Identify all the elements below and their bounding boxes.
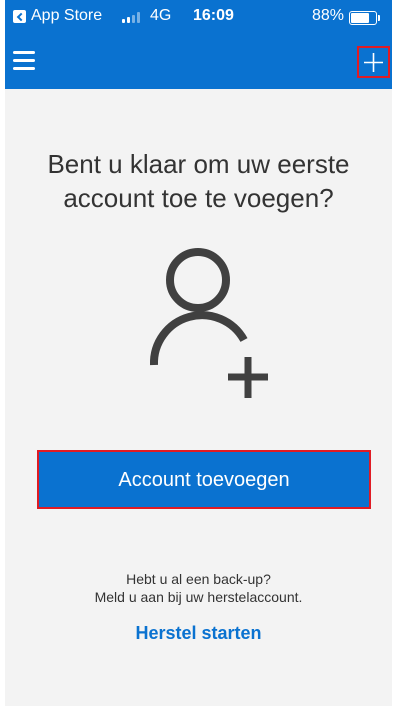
- headline-line-2: account toe te voegen?: [63, 183, 334, 213]
- network-type: 4G: [150, 7, 172, 24]
- battery-percent: 88%: [312, 7, 345, 24]
- signal-strength-icon: [122, 12, 144, 23]
- add-person-icon: [149, 248, 268, 398]
- status-bar: App Store 4G 16:09 88%: [5, 0, 392, 34]
- app-header: App Store 4G 16:09 88%: [5, 0, 392, 89]
- add-account-header-button[interactable]: [357, 46, 390, 78]
- backup-hint: Meld u aan bij uw herstelaccount.: [94, 589, 303, 605]
- back-to-app-label[interactable]: App Store: [31, 7, 102, 25]
- battery-icon: [349, 11, 380, 25]
- headline-line-1: Bent u klaar om uw eerste: [47, 149, 350, 179]
- plus-icon: [364, 53, 383, 72]
- backup-question: Hebt u al een back-up?: [126, 571, 271, 587]
- app-screen: App Store 4G 16:09 88% Bent u klaar om u…: [0, 0, 400, 706]
- start-recovery-link[interactable]: Herstel starten: [5, 623, 392, 644]
- empty-state-headline: Bent u klaar om uw eerste account toe te…: [5, 147, 392, 215]
- hamburger-icon[interactable]: [13, 51, 35, 70]
- status-time: 16:09: [193, 7, 234, 24]
- back-to-app-icon[interactable]: [13, 10, 26, 23]
- add-account-button[interactable]: Account toevoegen: [37, 450, 371, 509]
- empty-state: Bent u klaar om uw eerste account toe te…: [5, 89, 392, 706]
